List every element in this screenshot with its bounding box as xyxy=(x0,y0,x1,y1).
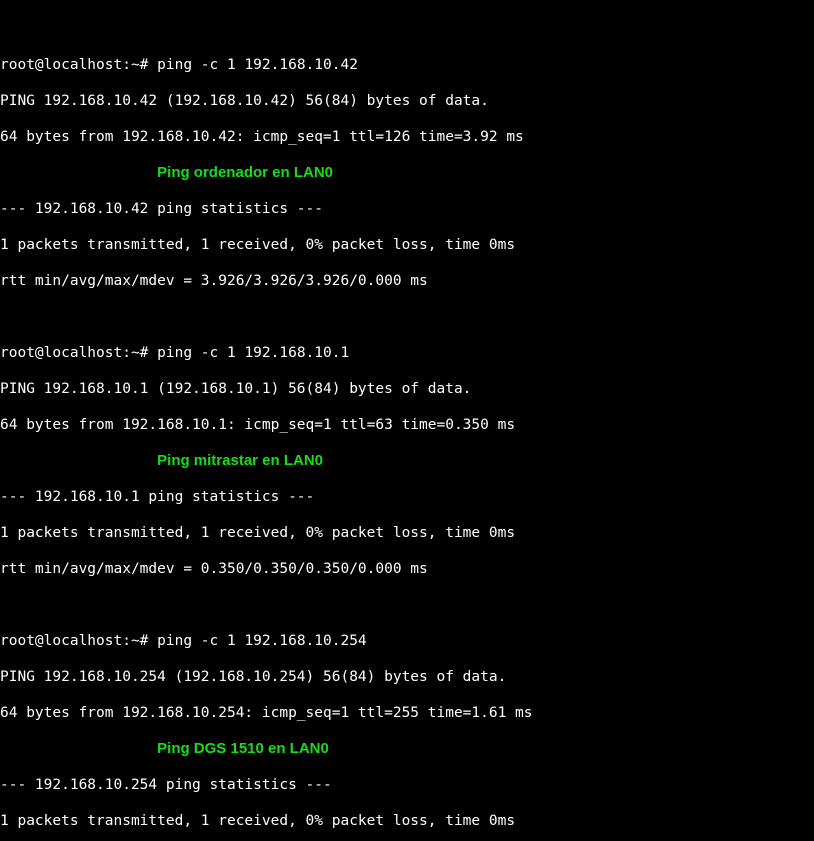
annotation: Ping DGS 1510 en LAN0 xyxy=(0,740,814,758)
command: ping -c 1 192.168.10.42 xyxy=(157,57,358,73)
stats-line: rtt min/avg/max/mdev = 0.350/0.350/0.350… xyxy=(0,560,814,578)
ping-reply: 64 bytes from 192.168.10.1: icmp_seq=1 t… xyxy=(0,416,814,434)
ping-header: PING 192.168.10.1 (192.168.10.1) 56(84) … xyxy=(0,380,814,398)
command: ping -c 1 192.168.10.1 xyxy=(157,345,349,361)
terminal[interactable]: root@localhost:~# ping -c 1 192.168.10.4… xyxy=(0,0,814,841)
stats-line: 1 packets transmitted, 1 received, 0% pa… xyxy=(0,812,814,830)
stats-header: --- 192.168.10.1 ping statistics --- xyxy=(0,488,814,506)
stats-line: rtt min/avg/max/mdev = 3.926/3.926/3.926… xyxy=(0,272,814,290)
ping-header: PING 192.168.10.254 (192.168.10.254) 56(… xyxy=(0,668,814,686)
prompt: root@localhost:~# xyxy=(0,345,148,361)
prompt: root@localhost:~# xyxy=(0,57,148,73)
cmd-line: root@localhost:~# ping -c 1 192.168.10.4… xyxy=(0,56,814,74)
annotation-text: Ping mitrastar en LAN0 xyxy=(157,452,323,469)
stats-header: --- 192.168.10.42 ping statistics --- xyxy=(0,200,814,218)
annotation-text: Ping ordenador en LAN0 xyxy=(157,164,333,181)
annotation: Ping ordenador en LAN0 xyxy=(0,164,814,182)
stats-line: 1 packets transmitted, 1 received, 0% pa… xyxy=(0,236,814,254)
annotation: Ping mitrastar en LAN0 xyxy=(0,452,814,470)
annotation-text: Ping DGS 1510 en LAN0 xyxy=(157,740,329,757)
prompt: root@localhost:~# xyxy=(0,633,148,649)
stats-header: --- 192.168.10.254 ping statistics --- xyxy=(0,776,814,794)
cmd-line: root@localhost:~# ping -c 1 192.168.10.1 xyxy=(0,344,814,362)
cmd-line: root@localhost:~# ping -c 1 192.168.10.2… xyxy=(0,632,814,650)
stats-line: 1 packets transmitted, 1 received, 0% pa… xyxy=(0,524,814,542)
ping-reply: 64 bytes from 192.168.10.42: icmp_seq=1 … xyxy=(0,128,814,146)
ping-header: PING 192.168.10.42 (192.168.10.42) 56(84… xyxy=(0,92,814,110)
ping-reply: 64 bytes from 192.168.10.254: icmp_seq=1… xyxy=(0,704,814,722)
command: ping -c 1 192.168.10.254 xyxy=(157,633,367,649)
